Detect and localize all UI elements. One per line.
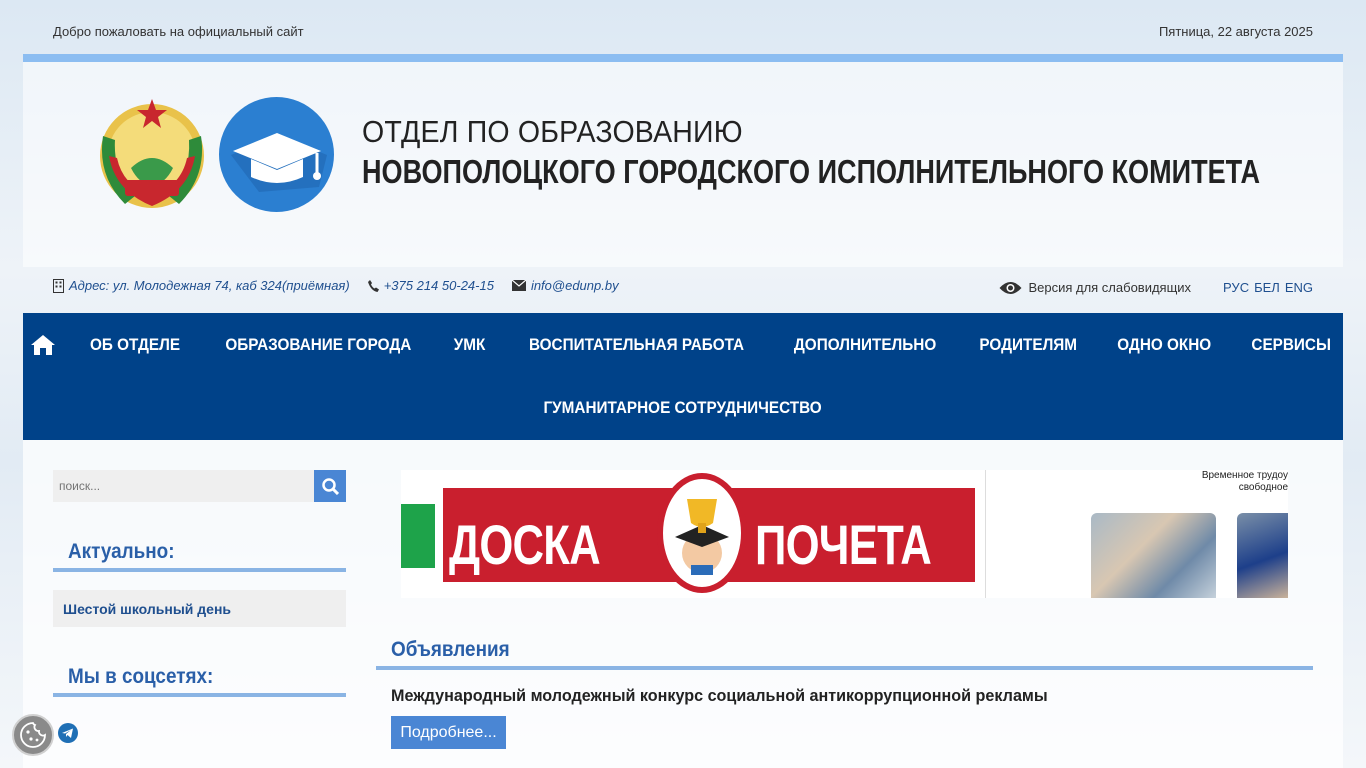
header-tools: Версия для слабовидящих РУС БЕЛ ENG xyxy=(999,280,1313,295)
search-button[interactable] xyxy=(314,470,346,502)
address-contact: Адрес: ул. Молодежная 74, каб 324(приёмн… xyxy=(53,278,350,293)
nav-parents[interactable]: Родителям xyxy=(979,335,1077,355)
nav-additional[interactable]: Дополнительно xyxy=(794,335,936,355)
main-nav: Об отделе Образование города УМК Воспита… xyxy=(23,313,1343,440)
language-switcher: РУС БЕЛ ENG xyxy=(1223,280,1313,295)
nav-one-window[interactable]: Одно окно xyxy=(1118,335,1212,355)
lang-be[interactable]: БЕЛ xyxy=(1254,280,1280,295)
graduation-cap-icon[interactable] xyxy=(219,97,334,212)
banner-text-left: ДОСКА xyxy=(449,513,601,576)
nav-services[interactable]: Сервисы xyxy=(1251,335,1331,355)
top-bar: Добро пожаловать на официальный сайт Пят… xyxy=(0,0,1366,54)
banner-side-note: Временное трудоу свободное xyxy=(1201,470,1288,493)
actual-heading: Актуально: xyxy=(53,540,346,572)
current-date: Пятница, 22 августа 2025 xyxy=(1158,24,1313,39)
cookie-icon xyxy=(20,722,46,748)
header-accent-line xyxy=(23,54,1343,62)
search-form xyxy=(53,470,346,502)
eye-icon xyxy=(999,281,1022,294)
telegram-icon[interactable] xyxy=(58,723,78,743)
site-title-line1: ОТДЕЛ ПО ОБРАЗОВАНИЮ xyxy=(362,114,743,149)
phone-contact[interactable]: +375 214 50-24-15 xyxy=(367,278,494,293)
welcome-text: Добро пожаловать на официальный сайт xyxy=(53,24,304,39)
honor-board-banner[interactable]: ДОСКА ПОЧЕТА Временное трудоу свободное xyxy=(401,470,1288,598)
lang-ru[interactable]: РУС xyxy=(1223,280,1249,295)
low-vision-label[interactable]: Версия для слабовидящих xyxy=(1028,280,1191,295)
email-contact[interactable]: info@edunp.by xyxy=(511,278,619,293)
address-text: Адрес: ул. Молодежная 74, каб 324(приёмн… xyxy=(69,278,350,293)
actual-item[interactable]: Шестой школьный день xyxy=(53,590,346,627)
trophy-icon xyxy=(657,473,747,593)
student-photo xyxy=(1237,513,1288,598)
social-heading: Мы в соцсетях: xyxy=(53,665,346,697)
nav-about[interactable]: Об отделе xyxy=(90,335,180,355)
nav-umk[interactable]: УМК xyxy=(453,335,485,355)
students-photo xyxy=(1091,513,1216,598)
contact-bar: Адрес: ул. Молодежная 74, каб 324(приёмн… xyxy=(53,278,619,293)
nav-upbringing[interactable]: Воспитательная работа xyxy=(529,335,744,355)
banner-text-right: ПОЧЕТА xyxy=(755,513,932,576)
phone-icon xyxy=(367,279,379,292)
phone-text[interactable]: +375 214 50-24-15 xyxy=(384,278,494,293)
announcements-heading: Объявления xyxy=(376,638,1313,670)
email-text[interactable]: info@edunp.by xyxy=(531,278,619,293)
banner-divider xyxy=(985,470,986,598)
search-input[interactable] xyxy=(53,470,314,502)
home-icon[interactable] xyxy=(30,334,55,355)
building-icon xyxy=(53,278,64,293)
site-title-line2: НОВОПОЛОЦКОГО ГОРОДСКОГО ИСПОЛНИТЕЛЬНОГО… xyxy=(362,153,1261,190)
cookie-settings-button[interactable] xyxy=(12,714,54,756)
nav-humanitarian[interactable]: Гуманитарное сотрудничество xyxy=(544,398,822,418)
low-vision-toggle[interactable]: Версия для слабовидящих xyxy=(999,280,1191,295)
read-more-button[interactable]: Подробнее... xyxy=(391,716,506,749)
lang-en[interactable]: ENG xyxy=(1285,280,1313,295)
belarus-emblem-icon[interactable] xyxy=(95,96,209,212)
banner-green-strip xyxy=(401,504,435,568)
site-header: ОТДЕЛ ПО ОБРАЗОВАНИЮ НОВОПОЛОЦКОГО ГОРОД… xyxy=(23,62,1343,267)
envelope-icon xyxy=(511,280,526,291)
search-icon xyxy=(321,477,339,495)
announcement-headline[interactable]: Международный молодежный конкурс социаль… xyxy=(391,686,1048,706)
nav-city-education[interactable]: Образование города xyxy=(225,335,411,355)
